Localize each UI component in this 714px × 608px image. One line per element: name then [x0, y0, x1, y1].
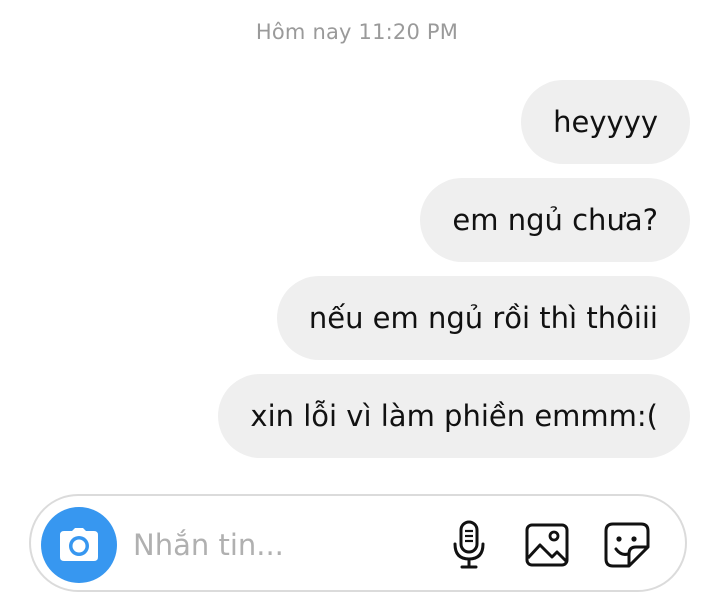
conversation-timestamp: Hôm nay 11:20 PM [255, 20, 459, 44]
message-composer [29, 494, 687, 592]
message-bubble[interactable]: heyyyy [521, 80, 690, 164]
microphone-icon [453, 520, 485, 569]
microphone-button[interactable] [445, 520, 493, 570]
camera-icon [60, 528, 98, 561]
message-bubble[interactable]: xin lỗi vì làm phiền emmm:( [218, 374, 690, 458]
sticker-icon [604, 522, 650, 568]
message-input[interactable] [133, 520, 423, 570]
message-bubble[interactable]: nếu em ngủ rồi thì thôiii [276, 276, 690, 360]
gallery-icon [525, 523, 569, 567]
sticker-button[interactable] [603, 520, 651, 570]
camera-button[interactable] [41, 507, 117, 583]
message-bubble[interactable]: em ngủ chưa? [420, 178, 690, 262]
gallery-button[interactable] [523, 520, 571, 570]
